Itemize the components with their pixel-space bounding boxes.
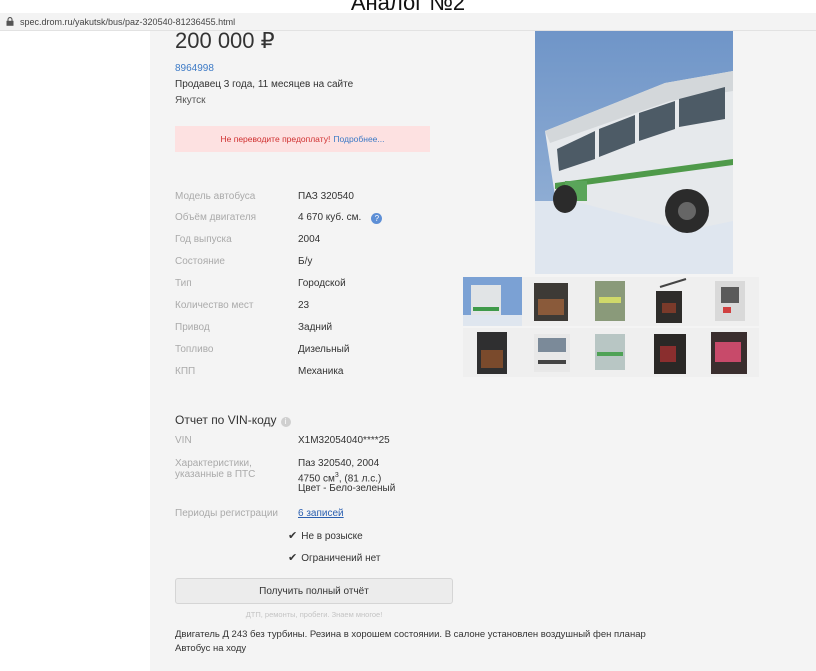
spec-value: Дизельный: [298, 344, 350, 355]
spec-value: 23: [298, 300, 310, 311]
info-icon[interactable]: i: [280, 417, 291, 427]
question-icon[interactable]: ?: [371, 213, 383, 224]
spec-label: Состояние: [175, 256, 225, 267]
get-full-report-button[interactable]: Получить полный отчёт: [175, 578, 453, 604]
checkmark-icon: ✔: [288, 552, 298, 564]
spec-value: Задний: [298, 322, 333, 333]
prepayment-warning: Не переводите предоплату! Подробнее...: [175, 126, 430, 152]
seller-age: Продавец 3 года, 11 месяцев на сайте: [175, 79, 354, 90]
check-restrictions-text: Ограничений нет: [301, 553, 381, 564]
spec-value: Механика: [298, 366, 344, 377]
vin-report-title: Отчет по VIN-коду i: [175, 413, 291, 427]
photo-thumbnail[interactable]: [699, 277, 759, 326]
check-restrictions: ✔ Ограничений нет: [288, 551, 380, 564]
pts-label-line: Характеристики,: [175, 458, 252, 469]
spec-label: Привод: [175, 322, 210, 333]
photo-thumbnail[interactable]: [640, 328, 700, 377]
warning-more-link[interactable]: Подробнее...: [333, 134, 384, 144]
address-bar[interactable]: spec.drom.ru/yakutsk/bus/paz-320540-8123…: [0, 13, 816, 31]
engine-volume-value: 4 670 куб. см.: [298, 212, 362, 223]
photo-thumbnail[interactable]: [581, 328, 641, 377]
pts-line: Паз 320540, 2004: [298, 458, 380, 469]
checkmark-icon: ✔: [288, 530, 298, 542]
url-text: spec.drom.ru/yakutsk/bus/paz-320540-8123…: [20, 16, 236, 27]
spec-label: КПП: [175, 366, 196, 377]
photo-thumbnail[interactable]: [640, 277, 700, 326]
description: Двигатель Д 243 без турбины. Резина в хо…: [175, 628, 646, 656]
pts-label-line: указанные в ПТС: [175, 469, 256, 480]
price: 200 000 ₽: [175, 28, 275, 53]
listing-page: 200 000 ₽ 8964998 Продавец 3 года, 11 ме…: [150, 28, 816, 671]
seller-city: Якутск: [175, 95, 206, 106]
photo-thumbnail[interactable]: [699, 328, 759, 377]
spec-label: Модель автобуса: [175, 191, 256, 202]
photo-thumbnail[interactable]: [463, 328, 523, 377]
warning-text: Не переводите предоплату!: [220, 134, 331, 144]
spec-label: Топливо: [175, 344, 214, 355]
photo-thumbnail[interactable]: [522, 328, 582, 377]
spec-value: ПАЗ 320540: [298, 191, 354, 202]
spec-label: Год выпуска: [175, 234, 232, 245]
description-line: Двигатель Д 243 без турбины. Резина в хо…: [175, 629, 646, 640]
vin-label: VIN: [175, 435, 192, 446]
spec-value: 4 670 куб. см.?: [298, 212, 383, 224]
seller-id-link[interactable]: 8964998: [175, 63, 214, 74]
report-hint: ДТП, ремонты, пробеги. Знаем многое!: [245, 610, 383, 619]
check-wanted-text: Не в розыске: [301, 531, 363, 542]
main-photo[interactable]: [535, 31, 733, 274]
photo-thumbnail[interactable]: [522, 277, 582, 326]
page-caption: Аналог №2: [350, 0, 466, 15]
spec-value: 2004: [298, 234, 321, 245]
photo-thumbnail[interactable]: [463, 277, 523, 326]
lock-icon: [6, 17, 14, 26]
registration-label: Периоды регистрации: [175, 508, 278, 519]
check-wanted: ✔ Не в розыске: [288, 529, 363, 542]
spec-value: Городской: [298, 278, 346, 289]
spec-label: Тип: [175, 278, 192, 289]
vin-value: X1M32054040****25: [298, 435, 390, 446]
spec-label: Объём двигателя: [175, 212, 257, 223]
registration-link[interactable]: 6 записей: [298, 508, 344, 519]
vin-report-title-text: Отчет по VIN-коду: [175, 413, 277, 427]
spec-label: Количество мест: [175, 300, 254, 311]
pts-line: Цвет - Бело-зеленый: [298, 483, 396, 494]
spec-value: Б/у: [298, 256, 313, 267]
description-line: Автобус на ходу: [175, 643, 247, 654]
photo-thumbnail[interactable]: [581, 277, 641, 326]
